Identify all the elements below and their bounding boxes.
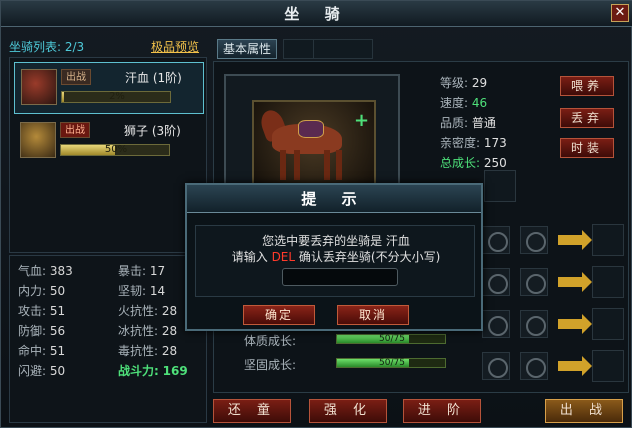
mount-window: 坐 骑 ✕ 坐骑列表: 2/3 极品预览 出战 汗血 (1阶) 2% 出战 狮子… [0, 0, 632, 428]
mount-item-lion[interactable]: 出战 狮子 (3阶) 50% [14, 116, 204, 168]
mount-progress-text: 2% [109, 91, 125, 102]
locked-slot-icon [482, 352, 510, 380]
locked-slot-icon [520, 310, 548, 338]
locked-slot-icon [482, 226, 510, 254]
locked-slot-icon [520, 226, 548, 254]
horse-leg [294, 150, 300, 180]
result-slot[interactable] [592, 266, 624, 298]
locked-slot-icon [482, 268, 510, 296]
mount-progress-bar: 2% [61, 91, 171, 103]
mount-list-header: 坐骑列表: 2/3 [9, 40, 85, 54]
attr-level: 等级: 29 [440, 76, 488, 90]
attr-growth: 总成长: 250 [440, 156, 507, 170]
result-slot[interactable] [592, 308, 624, 340]
del-confirm-input[interactable] [282, 268, 398, 286]
stat-poison: 毒抗性: 28 [118, 344, 178, 358]
plus-icon: + [354, 110, 370, 131]
stat-fire: 火抗性: 28 [118, 304, 178, 318]
attr-quality: 品质: 普通 [440, 116, 496, 130]
mount-avatar-icon [21, 69, 57, 105]
horse-leg [324, 150, 330, 180]
stats-box: 气血: 383 暴击: 17 内力: 50 坚韧: 14 攻击: 51 火抗性:… [9, 255, 207, 423]
fight-button[interactable]: 出 战 [545, 399, 623, 423]
fight-badge: 出战 [61, 69, 91, 85]
tab-inactive-2[interactable] [313, 39, 373, 59]
attr-intimacy: 亲密度: 173 [440, 136, 507, 150]
cancel-button[interactable]: 取消 [337, 305, 409, 325]
costume-button[interactable]: 时装 [560, 138, 614, 158]
equip-slot[interactable] [484, 170, 516, 202]
growth-bar: 50/75 [336, 334, 446, 344]
fight-badge: 出战 [60, 122, 90, 138]
premium-preview-link[interactable]: 极品预览 [151, 38, 199, 55]
tab-basic-attributes[interactable]: 基本属性 [217, 39, 277, 59]
left-panel: 坐骑列表: 2/3 极品预览 出战 汗血 (1阶) 2% 出战 狮子 (3阶) … [5, 33, 211, 425]
stat-power: 战斗力: 169 [118, 364, 188, 378]
stat-ice: 冰抗性: 28 [118, 324, 178, 338]
arrow-right-icon [558, 356, 592, 376]
horse-leg [280, 150, 286, 180]
dialog-instruction: 请输入 DEL 确认丢弃坐骑(不分大小写) [231, 250, 441, 264]
mount-progress-text: 50% [104, 144, 128, 155]
stat-hit: 命中: 51 [18, 344, 66, 358]
strengthen-button[interactable]: 强 化 [309, 399, 387, 423]
dialog-body: 您选中要丢弃的坐骑是 汗血 请输入 DEL 确认丢弃坐骑(不分大小写) [195, 225, 475, 297]
mount-name: 狮子 (3阶) [124, 124, 181, 138]
mount-item-hanxue[interactable]: 出战 汗血 (1阶) 2% [14, 62, 204, 114]
window-title: 坐 骑 [284, 5, 350, 23]
attr-speed: 速度: 46 [440, 96, 488, 110]
stat-tough: 坚韧: 14 [118, 284, 166, 298]
result-slot[interactable] [592, 350, 624, 382]
dialog-title: 提 示 [187, 185, 481, 213]
locked-slot-icon [520, 268, 548, 296]
growth-row-constitution: 体质成长: 50/75 [244, 332, 446, 349]
horse-saddle [298, 120, 324, 138]
growth-bar-text: 50/75 [379, 358, 405, 368]
return-childhood-button[interactable]: 还 童 [213, 399, 291, 423]
discard-button[interactable]: 丢弃 [560, 108, 614, 128]
close-icon[interactable]: ✕ [611, 4, 629, 22]
horse-leg [336, 150, 342, 180]
stat-force: 内力: 50 [18, 284, 66, 298]
locked-slot-icon [482, 310, 510, 338]
stat-atk: 攻击: 51 [18, 304, 66, 318]
stat-hp: 气血: 383 [18, 264, 73, 278]
growth-row-sturdiness: 坚固成长: 50/75 [244, 356, 446, 373]
stat-dodge: 闪避: 50 [18, 364, 66, 378]
locked-slot-icon [520, 352, 548, 380]
dialog-message: 您选中要丢弃的坐骑是 汗血 [262, 234, 410, 248]
stat-def: 防御: 56 [18, 324, 66, 338]
growth-bar-text: 50/75 [379, 334, 405, 344]
advance-button[interactable]: 进 阶 [403, 399, 481, 423]
discard-dialog: 提 示 您选中要丢弃的坐骑是 汗血 请输入 DEL 确认丢弃坐骑(不分大小写) … [185, 183, 483, 331]
confirm-button[interactable]: 确定 [243, 305, 315, 325]
mount-list: 出战 汗血 (1阶) 2% 出战 狮子 (3阶) 50% [9, 57, 207, 253]
mount-avatar-icon [20, 122, 56, 158]
result-slot[interactable] [592, 224, 624, 256]
title-bar: 坐 骑 ✕ [1, 1, 632, 27]
growth-bar: 50/75 [336, 358, 446, 368]
arrow-right-icon [558, 272, 592, 292]
stat-crit: 暴击: 17 [118, 264, 166, 278]
arrow-right-icon [558, 230, 592, 250]
mount-name: 汗血 (1阶) [125, 71, 182, 85]
mount-progress-bar: 50% [60, 144, 170, 156]
feed-button[interactable]: 喂养 [560, 76, 614, 96]
arrow-right-icon [558, 314, 592, 334]
